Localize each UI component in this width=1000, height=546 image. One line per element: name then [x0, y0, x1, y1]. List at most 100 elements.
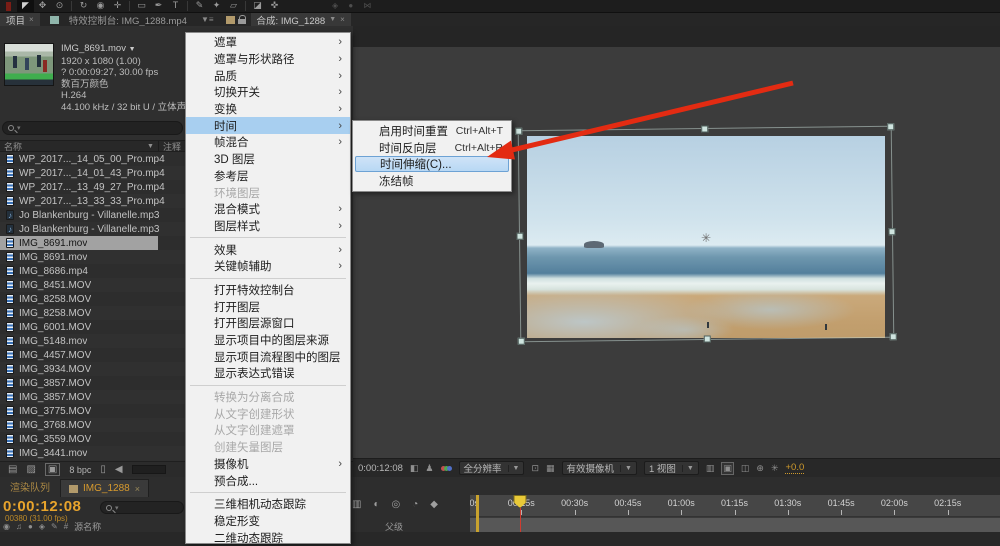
menu-item[interactable]: 变换›: [186, 101, 350, 118]
time-ruler[interactable]: 0:00s00:15s00:30s00:45s01:00s01:15s01:30…: [470, 495, 1000, 517]
close-icon[interactable]: ×: [340, 15, 345, 24]
menu-item[interactable]: 打开图层: [186, 298, 350, 315]
tab-render-queue[interactable]: 渲染队列: [0, 476, 60, 497]
menu-item[interactable]: 关键帧辅助›: [186, 258, 350, 275]
zoom-tool[interactable]: ⊙: [51, 0, 68, 12]
selection-handle[interactable]: [890, 333, 897, 340]
new-folder-icon[interactable]: ▨: [26, 464, 35, 475]
menu-item[interactable]: 打开特效控制台: [186, 282, 350, 299]
pen-tool[interactable]: ✒: [150, 0, 167, 12]
solo-icon[interactable]: ●: [28, 522, 33, 531]
lock-icon[interactable]: [238, 15, 246, 24]
menu-item[interactable]: 打开图层源窗口: [186, 315, 350, 332]
shape-tool[interactable]: ▭: [133, 0, 150, 12]
menu-item[interactable]: 三维相机动态跟踪: [186, 496, 350, 513]
menu-item[interactable]: 遮罩与形状路径›: [186, 51, 350, 68]
menu-item[interactable]: 切换开关›: [186, 84, 350, 101]
timeline-icon[interactable]: ◫: [741, 463, 750, 474]
menu-item[interactable]: 预合成...: [186, 472, 350, 489]
file-row[interactable]: IMG_8258.MOV: [0, 306, 185, 320]
rotation-tool[interactable]: ↻: [75, 0, 92, 12]
file-row[interactable]: WP_2017..._13_49_27_Pro.mp4: [0, 180, 185, 194]
file-row[interactable]: IMG_8686.mp4: [0, 264, 185, 278]
menu-item[interactable]: 参考层: [186, 168, 350, 185]
file-row[interactable]: IMG_3857.MOV: [0, 390, 185, 404]
hand-tool[interactable]: ✥: [34, 0, 51, 12]
selection-tool[interactable]: ◤: [17, 0, 34, 12]
file-row[interactable]: IMG_8691.mov: [0, 250, 185, 264]
shy-layers-icon[interactable]: ▥: [352, 499, 361, 510]
menu-item[interactable]: 混合模式›: [186, 201, 350, 218]
menu-item[interactable]: 显示项目流程图中的图层: [186, 348, 350, 365]
selection-handle[interactable]: [704, 335, 711, 342]
close-icon[interactable]: ×: [29, 15, 34, 24]
project-search-input[interactable]: ▾: [2, 121, 183, 135]
menu-item[interactable]: 显示表达式错误: [186, 365, 350, 382]
file-row[interactable]: WP_2017..._14_01_43_Pro.mp4: [0, 166, 185, 180]
region-of-interest-icon[interactable]: ⊡: [531, 463, 539, 474]
flowchart-icon[interactable]: ⊕: [756, 463, 764, 474]
camera-tool[interactable]: ◉: [92, 0, 109, 12]
snapshot-icon[interactable]: ◧: [410, 463, 419, 474]
submenu-item[interactable]: 时间伸缩(C)...: [355, 156, 509, 172]
submenu-item[interactable]: 冻结帧: [353, 172, 511, 189]
selection-handle[interactable]: [701, 125, 708, 132]
submenu-item[interactable]: 启用时间重置Ctrl+Alt+T: [353, 122, 511, 139]
menu-item[interactable]: 时间›: [186, 117, 350, 134]
menu-item[interactable]: 遮罩›: [186, 34, 350, 51]
show-snapshot-icon[interactable]: ♟: [425, 463, 433, 474]
file-row[interactable]: IMG_4457.MOV: [0, 348, 185, 362]
work-area-band[interactable]: [470, 517, 1000, 532]
clone-stamp-tool[interactable]: ✦: [208, 0, 225, 12]
pan-behind-tool[interactable]: ✛: [109, 0, 126, 12]
chevron-down-icon[interactable]: ▼: [329, 16, 336, 23]
file-row[interactable]: IMG_3768.MOV: [0, 418, 185, 432]
view-dropdown[interactable]: 1 视图 ▼: [644, 461, 699, 475]
brush-tool[interactable]: ✎: [191, 0, 208, 12]
file-row[interactable]: IMG_3934.MOV: [0, 362, 185, 376]
rulers-icon[interactable]: ▥: [706, 463, 715, 474]
type-tool[interactable]: T: [167, 0, 184, 12]
menu-item[interactable]: 摄像机›: [186, 456, 350, 473]
audio-icon[interactable]: ♫: [16, 522, 22, 531]
resolution-dropdown[interactable]: 全分辨率 ▼: [459, 461, 525, 475]
work-area-start-bracket[interactable]: [476, 495, 479, 532]
file-row[interactable]: ♪Jo Blankenburg - Villanelle.mp3: [0, 222, 185, 236]
selection-handle[interactable]: [888, 228, 895, 235]
transparency-grid-icon[interactable]: ▦: [546, 463, 555, 474]
selection-handle[interactable]: [516, 233, 523, 240]
roto-brush-tool[interactable]: ◪: [249, 0, 266, 12]
file-row[interactable]: IMG_3559.MOV: [0, 432, 185, 446]
submenu-item[interactable]: 时间反向层Ctrl+Alt+R: [353, 139, 511, 156]
project-column-headers[interactable]: 名称 ▼ 注释: [0, 140, 185, 152]
eye-icon[interactable]: ◉: [3, 522, 10, 531]
tab-effect-controls[interactable]: 特效控制台: IMG_1288.mp4: [63, 13, 193, 26]
menu-item[interactable]: 显示项目中的图层来源: [186, 332, 350, 349]
file-row[interactable]: IMG_3857.MOV: [0, 376, 185, 390]
camera-dropdown[interactable]: 有效摄像机 ▼: [562, 461, 637, 475]
channels-icon[interactable]: [441, 466, 452, 471]
panel-menu-icon[interactable]: ▼≡: [201, 15, 214, 24]
file-row[interactable]: IMG_3775.MOV: [0, 404, 185, 418]
comp-current-time[interactable]: 0:00:12:08: [358, 463, 403, 474]
file-row[interactable]: IMG_3441.mov: [0, 446, 185, 460]
horizontal-scrollbar[interactable]: [132, 465, 166, 474]
file-row[interactable]: IMG_5148.mov: [0, 334, 185, 348]
file-row[interactable]: WP_2017..._14_05_00_Pro.mp4: [0, 152, 185, 166]
eraser-tool[interactable]: ▱: [225, 0, 242, 12]
bit-depth-label[interactable]: 8 bpc: [69, 465, 91, 475]
selection-handle[interactable]: [515, 128, 522, 135]
menu-item[interactable]: 图层样式›: [186, 218, 350, 235]
sort-icon[interactable]: ▼: [147, 143, 154, 150]
file-row[interactable]: IMG_6001.MOV: [0, 320, 185, 334]
column-comment[interactable]: 注释: [163, 140, 181, 153]
file-row[interactable]: IMG_8691.mov: [0, 236, 185, 250]
menu-item[interactable]: 3D 图层: [186, 151, 350, 168]
exposure-icon[interactable]: ✳: [771, 463, 779, 474]
menu-item[interactable]: 效果›: [186, 241, 350, 258]
brainstorm-icon[interactable]: ◔: [412, 499, 418, 510]
exposure-value[interactable]: +0.0: [785, 462, 804, 474]
close-icon[interactable]: ×: [135, 484, 140, 494]
pixel-aspect-icon[interactable]: ▣: [721, 462, 734, 475]
menu-item[interactable]: 品质›: [186, 67, 350, 84]
